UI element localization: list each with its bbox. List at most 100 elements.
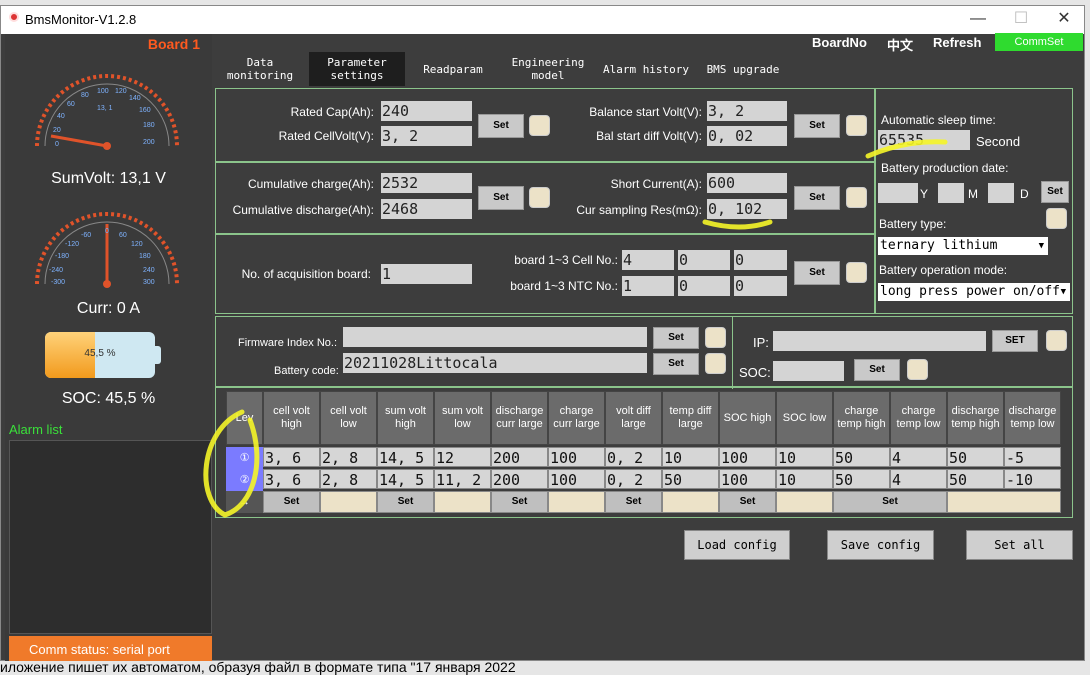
set-button[interactable]: Set: [377, 491, 434, 513]
threshold-cell[interactable]: 50: [947, 469, 1004, 489]
tab-engineering-model[interactable]: Engineering model: [501, 52, 595, 86]
firmware-input[interactable]: [343, 327, 647, 347]
tab-data-monitoring[interactable]: Data monitoring: [213, 52, 307, 86]
threshold-cell[interactable]: 50: [947, 447, 1004, 467]
dropdown-arrow-icon: ▼: [1038, 241, 1044, 251]
gauge1-tick: 120: [115, 88, 127, 95]
soc-input[interactable]: [773, 361, 844, 381]
set-soc-button[interactable]: Set: [854, 359, 900, 381]
cell-no-input[interactable]: 4: [622, 250, 674, 270]
cell-no-input[interactable]: 0: [734, 250, 787, 270]
tab-bms-upgrade[interactable]: BMS upgrade: [697, 52, 789, 86]
day-input[interactable]: [988, 183, 1014, 203]
threshold-cell[interactable]: 4: [890, 447, 947, 467]
sumvolt-gauge: 0 20 40 60 80 100 120 140 160 180 200 13…: [35, 74, 179, 150]
set-ip-button[interactable]: SET: [992, 330, 1038, 352]
sleep-input[interactable]: 65535: [878, 130, 970, 150]
threshold-cell[interactable]: 10: [776, 447, 833, 467]
set-button[interactable]: Set: [794, 186, 840, 210]
column-header: charge temp high: [833, 391, 890, 445]
ip-input[interactable]: [773, 331, 986, 351]
set-button[interactable]: Set: [263, 491, 320, 513]
month-input[interactable]: [938, 183, 964, 203]
ntc-no-input[interactable]: 1: [622, 276, 674, 296]
set-button[interactable]: Set: [653, 353, 699, 375]
tab-label: monitoring: [226, 69, 294, 82]
threshold-cell[interactable]: 2, 8: [320, 447, 377, 467]
tab-readparam[interactable]: Readparam: [407, 52, 499, 86]
threshold-cell[interactable]: 2, 8: [320, 469, 377, 489]
cum-charge-input[interactable]: 2532: [381, 173, 472, 193]
balance-start-input[interactable]: 3, 2: [707, 101, 787, 121]
threshold-cell[interactable]: 10: [776, 469, 833, 489]
level-marker: →: [226, 491, 263, 513]
threshold-cell[interactable]: 10: [662, 447, 719, 467]
rated-cap-input[interactable]: 240: [381, 101, 472, 121]
tab-parameter-settings[interactable]: Parameter settings: [309, 52, 405, 86]
operation-mode-select[interactable]: long press power on/off ▼: [878, 283, 1070, 301]
threshold-cell[interactable]: 100: [548, 447, 605, 467]
close-button[interactable]: ✕: [1049, 8, 1079, 32]
threshold-cell[interactable]: 0, 2: [605, 469, 662, 489]
set-button[interactable]: Set: [719, 491, 776, 513]
threshold-cell[interactable]: -5: [1004, 447, 1061, 467]
threshold-cell[interactable]: 50: [833, 469, 890, 489]
minimize-button[interactable]: —: [963, 8, 993, 32]
balance-start-label: Balance start Volt(V):: [589, 105, 702, 119]
set-button[interactable]: Set: [478, 186, 524, 210]
set-button[interactable]: Set: [833, 491, 947, 513]
threshold-cell[interactable]: 11, 2: [434, 469, 491, 489]
refresh-button[interactable]: Refresh: [933, 35, 981, 50]
threshold-cell[interactable]: 12: [434, 447, 491, 467]
cum-discharge-input[interactable]: 2468: [381, 199, 472, 219]
cur-res-label: Cur sampling Res(mΩ):: [576, 203, 702, 217]
gauge2-tick: -120: [65, 241, 79, 248]
threshold-cell[interactable]: -10: [1004, 469, 1061, 489]
threshold-cell[interactable]: 50: [833, 447, 890, 467]
threshold-cell[interactable]: 14, 5: [377, 447, 434, 467]
set-button[interactable]: Set: [653, 327, 699, 349]
status-indicator: [846, 187, 867, 208]
gauge1-tick: 200: [143, 139, 155, 146]
status-indicator: [1046, 208, 1067, 229]
set-button[interactable]: Set: [794, 114, 840, 138]
threshold-cell[interactable]: 4: [890, 469, 947, 489]
threshold-cell[interactable]: 100: [548, 469, 605, 489]
short-current-input[interactable]: 600: [707, 173, 787, 193]
set-button[interactable]: Set: [794, 261, 840, 285]
set-date-button[interactable]: Set: [1041, 181, 1069, 203]
set-button[interactable]: Set: [478, 114, 524, 138]
threshold-cell[interactable]: 200: [491, 469, 548, 489]
tab-alarm-history[interactable]: Alarm history: [597, 52, 695, 86]
save-config-button[interactable]: Save config: [827, 530, 934, 560]
threshold-cell[interactable]: 14, 5: [377, 469, 434, 489]
set-button[interactable]: Set: [605, 491, 662, 513]
year-input[interactable]: [878, 183, 918, 203]
commset-button[interactable]: CommSet: [995, 33, 1083, 51]
ntc-no-input[interactable]: 0: [734, 276, 787, 296]
threshold-cell[interactable]: 200: [491, 447, 548, 467]
rated-cap-label: Rated Cap(Ah):: [290, 105, 374, 119]
ntc-no-input[interactable]: 0: [678, 276, 730, 296]
cur-res-input[interactable]: 0, 102: [707, 199, 787, 219]
threshold-cell[interactable]: 100: [719, 469, 776, 489]
threshold-cell[interactable]: 50: [662, 469, 719, 489]
cell-no-input[interactable]: 0: [678, 250, 730, 270]
threshold-cell[interactable]: 100: [719, 447, 776, 467]
acq-input[interactable]: 1: [381, 264, 472, 284]
battery-type-select[interactable]: ternary lithium ▼: [878, 237, 1048, 255]
boardno-button[interactable]: BoardNo: [812, 35, 867, 50]
threshold-cell[interactable]: 0, 2: [605, 447, 662, 467]
bal-diff-input[interactable]: 0, 02: [707, 126, 787, 146]
set-button[interactable]: Set: [491, 491, 548, 513]
threshold-cell[interactable]: 3, 6: [263, 447, 320, 467]
battery-code-input[interactable]: 20211028Littocala: [343, 353, 647, 373]
column-header: cell volt high: [263, 391, 320, 445]
set-all-button[interactable]: Set all: [966, 530, 1073, 560]
gauge2-tick: 240: [143, 267, 155, 274]
threshold-cell[interactable]: 3, 6: [263, 469, 320, 489]
load-config-button[interactable]: Load config: [684, 530, 790, 560]
rated-cellvolt-input[interactable]: 3, 2: [381, 126, 472, 146]
maximize-button[interactable]: ☐: [1006, 8, 1036, 32]
language-button[interactable]: 中文: [887, 35, 913, 54]
